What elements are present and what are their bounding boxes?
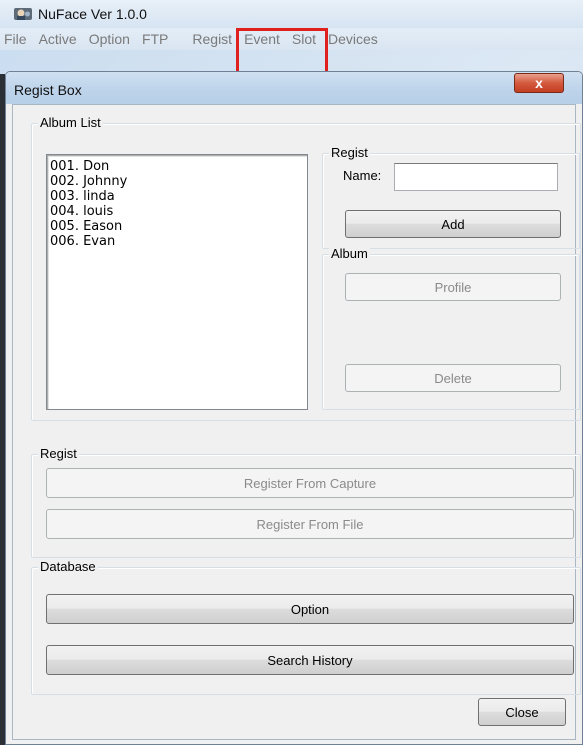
menu-slot[interactable]: Slot <box>286 28 322 50</box>
menu-event[interactable]: Event <box>238 28 286 50</box>
add-button-label: Add <box>441 216 465 232</box>
album-subgroup-label: Album <box>329 246 370 261</box>
app-titlebar: NuFace Ver 1.0.0 <box>0 0 583 28</box>
database-option-label: Option <box>290 601 330 617</box>
menu-option[interactable]: Option <box>83 28 136 50</box>
album-listbox[interactable]: 001. Don 002. Johnny 003. linda 004. lou… <box>46 154 308 410</box>
album-subgroup: Album Profile Delete <box>322 247 580 410</box>
name-field[interactable] <box>394 163 558 191</box>
close-icon: x <box>535 75 543 91</box>
dialog-body: Album List 001. Don 002. Johnny 003. lin… <box>12 104 581 740</box>
menu-ftp[interactable]: FTP <box>136 28 174 50</box>
dialog-titlebar[interactable]: Regist Box x <box>6 72 582 104</box>
close-window-button[interactable]: x <box>514 73 564 93</box>
menu-regist[interactable]: Regist <box>174 28 238 50</box>
profile-button-label: Profile <box>434 279 472 295</box>
register-from-capture-button[interactable]: Register From Capture <box>46 468 574 498</box>
list-item[interactable]: 001. Don <box>50 159 304 174</box>
register-from-capture-label: Register From Capture <box>243 475 377 491</box>
close-button-label: Close <box>505 704 539 720</box>
list-item[interactable]: 005. Eason <box>50 219 304 234</box>
register-from-file-label: Register From File <box>256 516 364 532</box>
list-item[interactable]: 006. Evan <box>50 234 304 249</box>
album-list-group: Album List 001. Don 002. Johnny 003. lin… <box>31 116 581 421</box>
menu-file[interactable]: File <box>0 28 33 50</box>
regist-group: Regist Register From Capture Register Fr… <box>31 447 581 558</box>
database-option-button[interactable]: Option <box>46 594 574 624</box>
menu-active[interactable]: Active <box>33 28 83 50</box>
app-title: NuFace Ver 1.0.0 <box>38 6 147 22</box>
regist-group-label: Regist <box>38 446 79 461</box>
delete-button-label: Delete <box>434 370 472 386</box>
profile-button[interactable]: Profile <box>345 273 561 301</box>
database-group: Database Option Search History <box>31 560 581 695</box>
menubar: File Active Option FTP Regist Event Slot… <box>0 28 583 50</box>
app-face-icon <box>14 6 32 22</box>
list-item[interactable]: 002. Johnny <box>50 174 304 189</box>
regist-subgroup-label: Regist <box>329 145 370 160</box>
name-label: Name: <box>343 168 382 183</box>
search-history-label: Search History <box>267 652 353 668</box>
dialog-title: Regist Box <box>14 82 82 98</box>
register-from-file-button[interactable]: Register From File <box>46 509 574 539</box>
database-group-label: Database <box>38 559 98 574</box>
search-history-button[interactable]: Search History <box>46 645 574 675</box>
regist-subgroup: Regist Name: Add <box>322 146 580 249</box>
add-button[interactable]: Add <box>345 210 561 238</box>
list-item[interactable]: 003. linda <box>50 189 304 204</box>
close-button[interactable]: Close <box>478 698 566 726</box>
delete-button[interactable]: Delete <box>345 364 561 392</box>
regist-box-dialog: Regist Box x Album List 001. Don 002. Jo… <box>5 71 583 745</box>
menu-devices[interactable]: Devices <box>322 28 384 50</box>
list-item[interactable]: 004. louis <box>50 204 304 219</box>
album-list-label: Album List <box>38 115 103 130</box>
